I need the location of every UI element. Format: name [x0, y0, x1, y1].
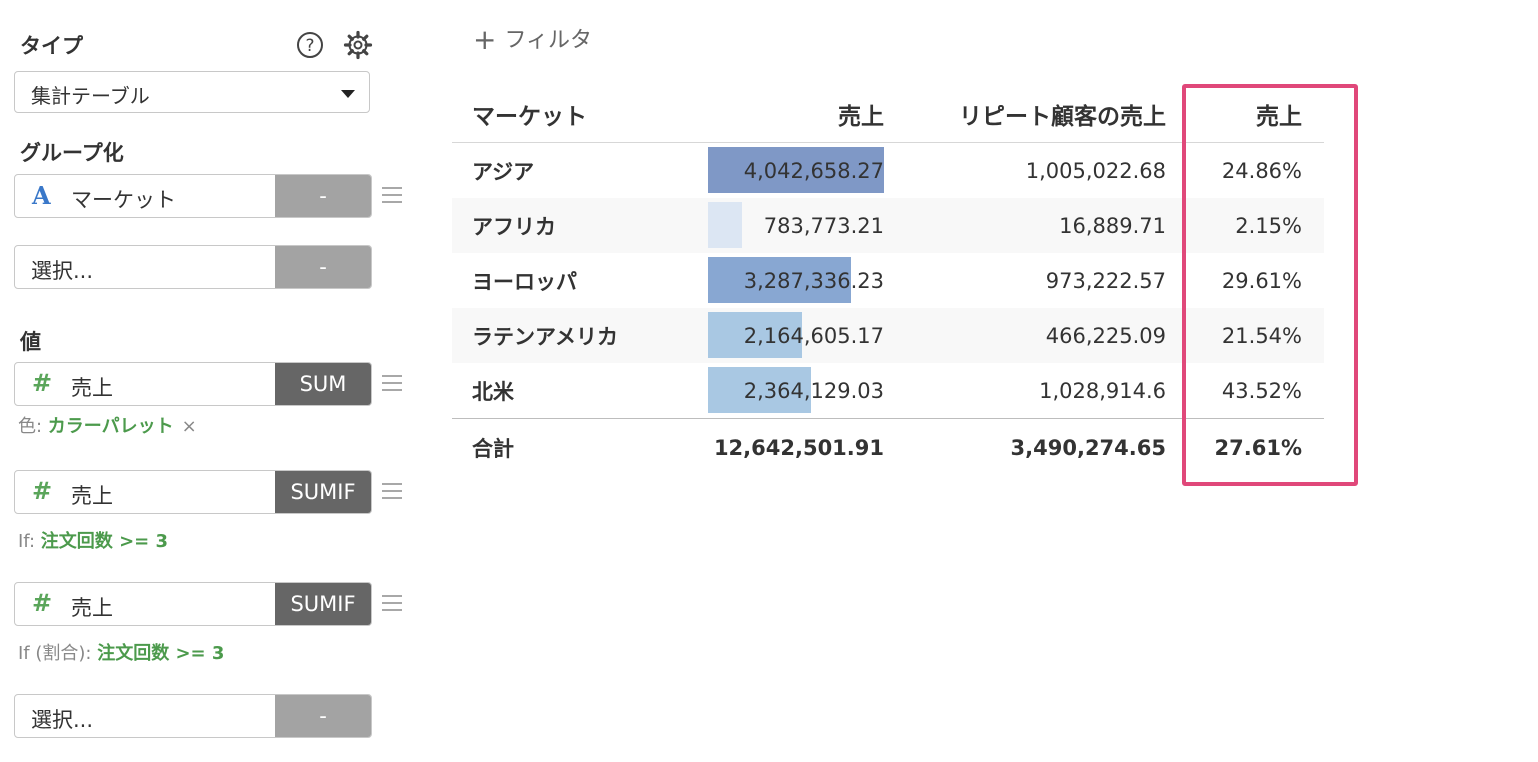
string-type-icon: A	[32, 181, 51, 210]
group-field-label: マーケット	[71, 188, 176, 212]
market-cell: アジア	[472, 159, 535, 184]
value-field-label: 売上	[71, 484, 113, 508]
sales-cell: 3,287,336.23	[704, 253, 884, 308]
type-select-value: 集計テーブル	[31, 84, 150, 108]
value-field-condition-note: If: 注文回数 >= 3	[18, 527, 168, 553]
sales-cell: 2,164,605.17	[704, 308, 884, 363]
total-sales: 12,642,501.91	[704, 418, 884, 477]
value-field-label: 売上	[71, 376, 113, 400]
group-section-label: グループ化	[20, 141, 124, 165]
filter-label: フィルタ	[504, 28, 593, 53]
value-field-sales-sumif-ratio[interactable]: # 売上 SUMIF	[14, 582, 372, 626]
number-type-icon: #	[32, 477, 53, 505]
group-select-label: 選択...	[31, 259, 94, 283]
chevron-down-icon	[341, 90, 355, 98]
value-field-condition-note: If (割合): 注文回数 >= 3	[18, 639, 224, 665]
highlight-box	[1182, 84, 1358, 486]
market-cell: ヨーロッパ	[472, 269, 577, 294]
plus-icon: +	[473, 23, 497, 56]
value-field-agg-button[interactable]: SUMIF	[275, 471, 371, 513]
market-cell: アフリカ	[452, 198, 704, 253]
note-prefix: If:	[18, 531, 41, 552]
number-type-icon: #	[32, 369, 53, 397]
condition-link[interactable]: 注文回数 >= 3	[97, 643, 224, 664]
sales-value: 2,164,605.17	[743, 323, 884, 348]
drag-handle-icon[interactable]	[382, 187, 402, 203]
header-repeat-sales[interactable]: リピート顧客の売上	[884, 86, 1174, 143]
sales-value: 783,773.21	[763, 213, 884, 238]
sales-value: 2,364,129.03	[743, 378, 884, 403]
value-field-label: 売上	[71, 596, 113, 620]
condition-link[interactable]: 注文回数 >= 3	[41, 531, 168, 552]
value-select-label: 選択...	[31, 708, 94, 732]
note-prefix: 色:	[18, 416, 48, 437]
value-select-agg-button[interactable]: -	[275, 695, 371, 737]
repeat-sales-cell: 16,889.71	[884, 198, 1174, 253]
sales-cell: 2,364,129.03	[704, 363, 884, 419]
value-field-color-note: 色: カラーパレット ×	[18, 412, 197, 438]
color-palette-link[interactable]: カラーパレット	[48, 416, 174, 437]
header-sales[interactable]: 売上	[704, 86, 884, 143]
remove-icon[interactable]: ×	[182, 416, 197, 437]
drag-handle-icon[interactable]	[382, 483, 402, 499]
add-filter-button[interactable]: + フィルタ	[473, 22, 592, 56]
type-select[interactable]: 集計テーブル	[14, 71, 370, 113]
gear-icon[interactable]	[343, 30, 373, 60]
header-market[interactable]: マーケット	[452, 86, 704, 143]
type-section-label: タイプ	[20, 34, 83, 58]
value-field-agg-button[interactable]: SUM	[275, 363, 371, 405]
total-repeat-sales: 3,490,274.65	[884, 418, 1174, 477]
value-field-agg-button[interactable]: SUMIF	[275, 583, 371, 625]
market-cell: ラテンアメリカ	[452, 308, 704, 363]
repeat-sales-cell: 1,005,022.68	[1025, 158, 1166, 183]
group-field-agg-button[interactable]: -	[275, 175, 371, 217]
repeat-sales-cell: 1,028,914.6	[1039, 378, 1166, 403]
sales-value: 4,042,658.27	[743, 158, 884, 183]
group-field-market[interactable]: A マーケット -	[14, 174, 372, 218]
sales-cell: 4,042,658.27	[704, 143, 884, 199]
note-prefix: If (割合):	[18, 643, 98, 664]
help-circle-icon[interactable]: ?	[295, 30, 325, 60]
total-label: 合計	[452, 418, 704, 477]
drag-handle-icon[interactable]	[382, 375, 402, 391]
drag-handle-icon[interactable]	[382, 595, 402, 611]
sales-bar	[708, 202, 742, 248]
svg-text:?: ?	[305, 36, 314, 56]
value-field-sales-sumif[interactable]: # 売上 SUMIF	[14, 470, 372, 514]
number-type-icon: #	[32, 589, 53, 617]
value-section-label: 値	[20, 330, 41, 354]
settings-sidebar: タイプ ? 集計テーブル グループ化 A マーケット - 選択... - 値 #…	[14, 0, 414, 762]
repeat-sales-cell: 466,225.09	[884, 308, 1174, 363]
group-select-agg-button[interactable]: -	[275, 246, 371, 288]
sales-cell: 783,773.21	[704, 198, 884, 253]
value-select-field[interactable]: 選択... -	[14, 694, 372, 738]
market-cell: 北米	[472, 379, 514, 404]
group-select-field[interactable]: 選択... -	[14, 245, 372, 289]
repeat-sales-cell: 973,222.57	[1045, 268, 1166, 293]
value-field-sales-sum[interactable]: # 売上 SUM	[14, 362, 372, 406]
sales-value: 3,287,336.23	[743, 268, 884, 293]
